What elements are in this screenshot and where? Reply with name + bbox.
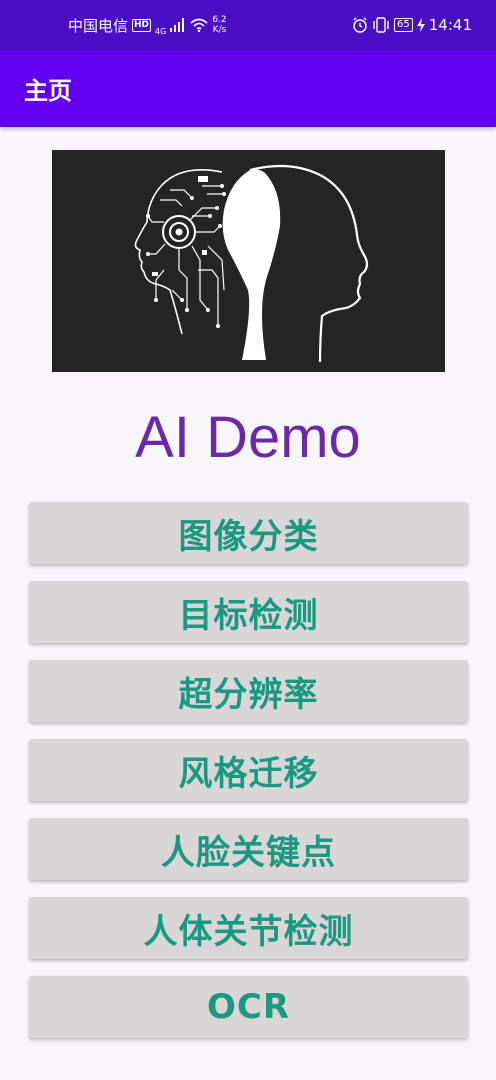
hd-icon: HD — [132, 18, 152, 32]
hero-image — [52, 150, 445, 372]
net-speed-value: 6.2 — [212, 15, 227, 25]
app-headline: AI Demo — [135, 405, 361, 470]
status-bar: 中国电信 HD 4G 6.2 K/s 65 14:41 — [0, 0, 496, 50]
app-bar: 主页 — [0, 50, 496, 127]
object-detection-button[interactable]: 目标检测 — [29, 581, 468, 643]
image-classification-button[interactable]: 图像分类 — [29, 502, 468, 564]
net-speed: 6.2 K/s — [212, 15, 226, 35]
battery-icon: 65 — [394, 18, 413, 32]
wifi-icon — [190, 18, 208, 32]
super-resolution-button[interactable]: 超分辨率 — [29, 660, 468, 722]
demo-button-list: 图像分类 目标检测 超分辨率 风格迁移 人脸关键点 人体关节检测 OCR — [29, 502, 468, 1055]
pose-detection-button[interactable]: 人体关节检测 — [29, 897, 468, 959]
charging-icon — [416, 18, 425, 32]
face-landmarks-button[interactable]: 人脸关键点 — [29, 818, 468, 880]
style-transfer-button[interactable]: 风格迁移 — [29, 739, 468, 801]
signal-icon — [170, 18, 185, 32]
carrier-label: 中国电信 — [68, 16, 129, 35]
clock: 14:41 — [428, 16, 472, 34]
page-title: 主页 — [24, 77, 72, 105]
vibrate-icon — [373, 17, 389, 33]
ai-head-illustration — [52, 150, 445, 372]
status-left: 中国电信 HD 4G 6.2 K/s — [68, 15, 227, 36]
network-type: 4G — [155, 26, 167, 36]
net-speed-unit: K/s — [212, 25, 227, 35]
alarm-icon — [353, 17, 367, 33]
status-right: 65 14:41 — [352, 16, 472, 34]
ocr-button[interactable]: OCR — [29, 976, 468, 1038]
